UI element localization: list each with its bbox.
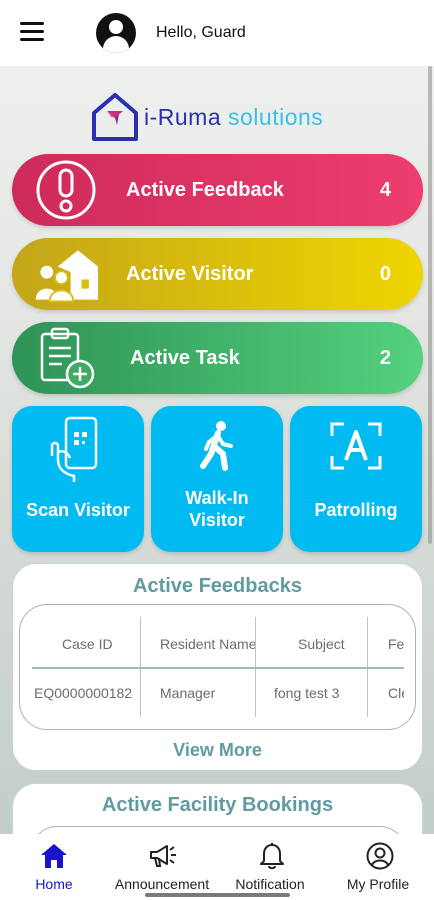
user-avatar-icon[interactable]: [96, 13, 136, 53]
brand-logo: i-Ruma solutions: [90, 90, 323, 144]
patrolling-label: Patrolling: [314, 500, 398, 520]
active-feedback-label: Active Feedback: [126, 178, 284, 201]
column-header-subject: Subject: [298, 636, 345, 652]
nav-item-announcement[interactable]: Announcement: [108, 834, 216, 900]
walk-in-visitor-tile[interactable]: Walk-In Visitor: [151, 406, 283, 552]
active-task-card[interactable]: Active Task 2: [12, 322, 423, 394]
active-visitor-label: Active Visitor: [126, 262, 254, 285]
active-task-count: 2: [379, 346, 391, 369]
bell-icon: [260, 843, 284, 870]
scan-frame-icon: [330, 422, 382, 470]
walking-person-icon: [200, 421, 233, 471]
bookings-table[interactable]: [31, 826, 406, 834]
top-app-bar: Hello, Guard: [0, 0, 434, 66]
table-cell-feedback: Clea: [388, 685, 404, 701]
brand-name: i-Ruma: [144, 103, 222, 130]
feedbacks-table[interactable]: Case ID Resident Name Subject Feedback E…: [19, 604, 416, 730]
active-task-label: Active Task: [130, 346, 240, 369]
profile-icon: [366, 842, 394, 870]
walk-in-visitor-label: Walk-In Visitor: [185, 488, 249, 530]
active-facility-bookings-panel: Active Facility Bookings: [12, 783, 423, 834]
table-cell-case-id[interactable]: EQ0000000182: [34, 685, 132, 701]
patrolling-tile[interactable]: Patrolling: [290, 406, 422, 552]
table-cell-resident-name: Manager: [160, 685, 216, 701]
hamburger-menu-icon[interactable]: [20, 22, 48, 46]
clipboard-add-icon: [40, 327, 95, 389]
view-more-link[interactable]: View More: [13, 740, 422, 761]
qr-phone-icon: [50, 416, 98, 482]
table-header-divider: [32, 667, 404, 669]
nav-item-home[interactable]: Home: [0, 834, 108, 900]
active-visitor-card[interactable]: Active Visitor 0: [12, 238, 423, 310]
house-logo-icon: [92, 93, 138, 141]
brand-subname: solutions: [228, 103, 324, 130]
nav-label-home: Home: [35, 876, 73, 892]
active-feedbacks-panel: Active Feedbacks Case ID Resident Name S…: [12, 563, 423, 771]
nav-item-my-profile[interactable]: My Profile: [324, 834, 432, 900]
column-header-resident-name: Resident Name: [160, 636, 257, 652]
active-facility-bookings-title: Active Facility Bookings: [101, 794, 334, 816]
active-feedback-card[interactable]: Active Feedback 4: [12, 154, 423, 226]
greeting-text: Hello, Guard: [156, 24, 246, 41]
nav-item-notification[interactable]: Notification: [216, 834, 324, 900]
home-icon: [41, 844, 67, 868]
active-visitor-count: 0: [379, 262, 391, 285]
nav-label-notification: Notification: [235, 876, 305, 892]
scan-visitor-label: Scan Visitor: [26, 500, 130, 520]
dashboard-content[interactable]: i-Ruma solutions Active Feedback 4 Activ…: [0, 66, 434, 834]
megaphone-icon: [150, 845, 176, 867]
table-cell-subject: fong test 3: [274, 685, 340, 701]
visitors-house-icon: [35, 250, 98, 303]
column-header-case-id: Case ID: [62, 636, 113, 652]
exclamation-circle-icon: [36, 160, 96, 220]
bottom-navigation: Home Announcement Notification My Profil…: [0, 834, 434, 900]
scan-visitor-tile[interactable]: Scan Visitor: [12, 406, 144, 552]
system-home-indicator[interactable]: [145, 893, 290, 897]
column-header-feedback: Feedback: [388, 636, 404, 652]
active-feedbacks-title: Active Feedbacks: [133, 575, 302, 597]
scrollbar[interactable]: [428, 66, 432, 544]
nav-label-my-profile: My Profile: [346, 876, 410, 892]
nav-label-announcement: Announcement: [114, 876, 210, 892]
active-feedback-count: 4: [379, 178, 391, 201]
